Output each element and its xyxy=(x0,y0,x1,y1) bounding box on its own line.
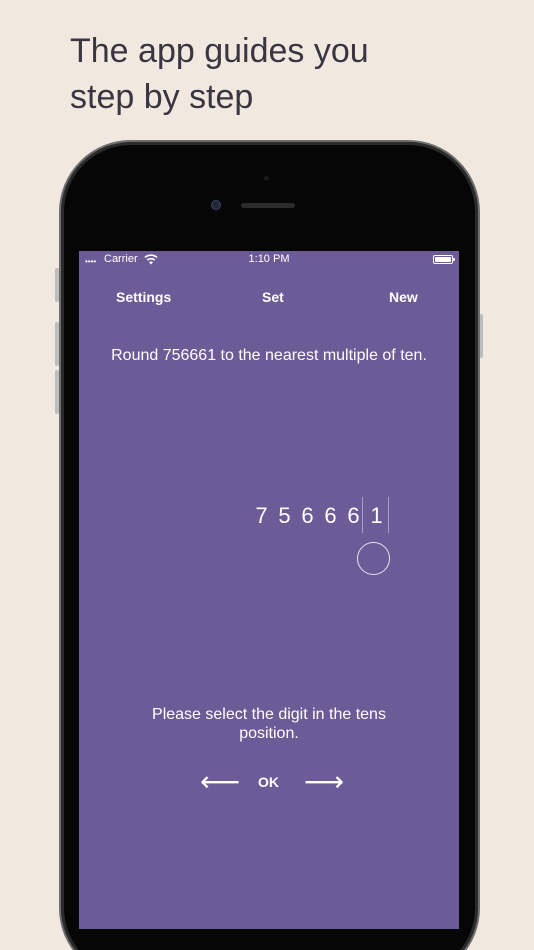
navigation-bar: Settings Set New xyxy=(79,289,459,309)
new-button[interactable]: New xyxy=(389,289,418,305)
app-screen: •••• Carrier 1:10 PM Settings Set New Ro… xyxy=(79,251,459,929)
arrow-right-icon[interactable]: ⟶ xyxy=(304,768,344,796)
arrow-left-icon[interactable]: ⟵ xyxy=(200,768,240,796)
digit-hundred-thousands[interactable]: 7 xyxy=(250,503,273,531)
settings-button[interactable]: Settings xyxy=(116,289,171,305)
number-display: 7 5 6 6 6 1 xyxy=(250,497,389,533)
digit-ones[interactable]: 1 xyxy=(362,497,389,533)
digit-hundreds[interactable]: 6 xyxy=(319,503,342,531)
phone-sensor xyxy=(264,176,269,181)
selection-circle[interactable] xyxy=(357,542,390,575)
status-time: 1:10 PM xyxy=(248,253,290,265)
instruction-text: Please select the digit in the tens posi… xyxy=(152,706,386,742)
battery-icon xyxy=(433,255,455,264)
promo-headline: The app guides you step by step xyxy=(70,32,369,116)
set-button[interactable]: Set xyxy=(262,289,284,305)
question-text: Round 756661 to the nearest multiple of … xyxy=(111,347,427,364)
phone-speaker xyxy=(241,203,295,208)
digit-ten-thousands[interactable]: 5 xyxy=(273,503,296,531)
front-camera-icon xyxy=(211,200,221,210)
navigation-controls: ⟵ OK ⟶ xyxy=(79,768,459,796)
digit-thousands[interactable]: 6 xyxy=(296,503,319,531)
status-bar: •••• Carrier 1:10 PM xyxy=(79,251,459,269)
ok-button[interactable]: OK xyxy=(258,774,279,790)
